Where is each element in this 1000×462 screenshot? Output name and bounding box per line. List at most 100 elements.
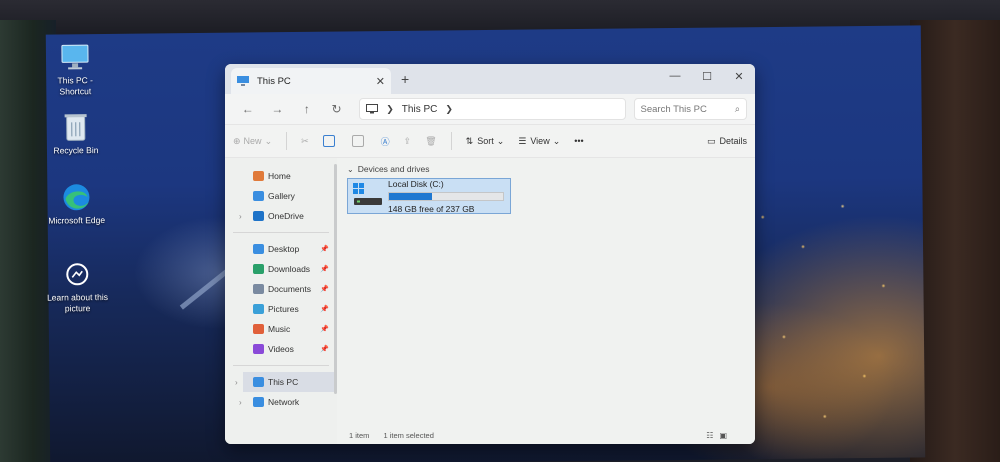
downloads-icon <box>253 264 264 274</box>
tiles-view-icon[interactable]: ▣ <box>719 431 727 440</box>
chevron-right-icon[interactable]: › <box>239 212 242 221</box>
tab-title: This PC <box>257 75 291 87</box>
copy-button[interactable] <box>322 135 338 147</box>
share-button[interactable]: ⇪ <box>404 136 412 147</box>
refresh-button[interactable]: ↻ <box>322 102 352 116</box>
sort-button[interactable]: ⇅ Sort ⌄ <box>466 136 505 147</box>
command-bar: ⊕ New ⌄ ✂ Ⓐ ⇪ 🗑 ⇅ Sort ⌄ ☰ View ⌄ ••• ▭ … <box>225 124 755 158</box>
more-options-button[interactable]: ••• <box>574 136 583 146</box>
sidebar-item-network[interactable]: › Network <box>225 392 337 412</box>
toolbar-divider <box>450 132 452 150</box>
pin-icon[interactable]: 📌 <box>320 325 329 333</box>
minimize-button[interactable]: — <box>659 64 691 88</box>
home-icon <box>253 171 264 181</box>
details-label: Details <box>719 136 747 146</box>
hard-drive-icon <box>352 182 384 210</box>
status-bar: 1 item 1 item selected <box>349 431 448 440</box>
sidebar-item-label: Downloads <box>268 264 311 274</box>
search-placeholder: Search This PC <box>640 103 707 115</box>
pin-icon[interactable]: 📌 <box>320 265 329 273</box>
cut-button[interactable]: ✂ <box>301 136 309 147</box>
new-icon: ⊕ <box>233 135 241 146</box>
desktop-icon-label: Learn about this picture <box>46 291 109 314</box>
sort-icon: ⇅ <box>465 135 474 146</box>
music-icon <box>253 324 264 334</box>
sidebar-item-downloads[interactable]: Downloads 📌 <box>225 259 337 279</box>
details-pane-button[interactable]: ▭ Details <box>707 136 747 147</box>
item-count: 1 item <box>349 431 370 440</box>
share-icon: ⇪ <box>403 135 412 146</box>
chevron-right-icon[interactable]: › <box>239 398 242 407</box>
sidebar-item-desktop[interactable]: Desktop 📌 <box>225 239 337 259</box>
chevron-down-icon: ⌄ <box>347 164 354 174</box>
details-view-icon[interactable]: ☷ <box>706 431 713 440</box>
breadcrumb-this-pc[interactable]: This PC <box>402 104 438 115</box>
details-icon: ▭ <box>706 135 716 146</box>
drive-free-space: 148 GB free of 237 GB <box>388 203 475 214</box>
search-input[interactable]: Search This PC ⌕ <box>633 98 748 120</box>
chevron-down-icon: ⌄ <box>552 135 561 146</box>
camera-icon <box>62 259 92 289</box>
videos-icon <box>253 344 264 354</box>
delete-button[interactable]: 🗑 <box>425 136 436 147</box>
drive-info: Local Disk (C:) 148 GB free of 237 GB <box>388 179 506 214</box>
chevron-right-icon[interactable]: › <box>235 378 238 387</box>
sidebar-divider <box>233 365 329 366</box>
sidebar-item-pictures[interactable]: Pictures 📌 <box>225 299 337 319</box>
pin-icon[interactable]: 📌 <box>320 245 329 253</box>
sidebar-item-label: Desktop <box>268 244 300 254</box>
window-controls: — ☐ ✕ <box>659 64 755 94</box>
desktop-icon-this-pc[interactable]: This PC - Shortcut <box>43 42 108 98</box>
close-window-button[interactable]: ✕ <box>723 64 755 88</box>
pin-icon[interactable]: 📌 <box>320 305 329 313</box>
rename-icon: Ⓐ <box>380 136 390 147</box>
sidebar-item-label: Network <box>268 397 300 407</box>
sidebar-item-label: Pictures <box>268 304 299 314</box>
sidebar-item-documents[interactable]: Documents 📌 <box>225 279 337 299</box>
sidebar-divider <box>233 232 329 233</box>
onedrive-icon <box>253 211 264 221</box>
monitor-icon <box>366 104 379 114</box>
address-bar[interactable]: ❯ This PC ❯ <box>359 98 626 120</box>
view-button[interactable]: ☰ View ⌄ <box>518 136 560 147</box>
back-button[interactable]: ← <box>233 102 263 116</box>
sidebar-item-this-pc[interactable]: › This PC <box>235 372 337 392</box>
rename-button[interactable]: Ⓐ <box>381 135 390 148</box>
tab-this-pc[interactable]: This PC ✕ <box>231 68 391 94</box>
sidebar-item-label: Documents <box>268 284 311 294</box>
maximize-button[interactable]: ☐ <box>691 64 723 88</box>
pin-icon[interactable]: 📌 <box>320 285 329 293</box>
view-switcher: ☷ ▣ <box>700 431 727 440</box>
up-button[interactable]: ↑ <box>292 102 322 116</box>
recycle-bin-icon <box>61 112 91 142</box>
new-button[interactable]: ⊕ New ⌄ <box>233 136 272 147</box>
new-label: New <box>243 136 262 146</box>
new-tab-button[interactable]: + <box>401 71 409 87</box>
view-icon: ☰ <box>518 135 527 146</box>
desktop-icon-recycle-bin[interactable]: Recycle Bin <box>44 112 108 157</box>
chevron-right-icon[interactable]: ❯ <box>445 104 453 115</box>
trash-icon: 🗑 <box>425 135 437 146</box>
sidebar-item-home[interactable]: Home <box>225 166 337 186</box>
group-header-devices[interactable]: ⌄ Devices and drives <box>347 164 745 174</box>
sidebar-item-gallery[interactable]: Gallery <box>225 186 337 206</box>
sidebar-item-label: OneDrive <box>268 211 304 221</box>
desktop-icon-edge[interactable]: Microsoft Edge <box>44 182 108 227</box>
this-pc-icon <box>237 76 249 86</box>
sidebar-item-onedrive[interactable]: › OneDrive <box>225 206 337 226</box>
toolbar-divider <box>286 132 288 150</box>
paste-button[interactable] <box>351 135 367 147</box>
forward-button[interactable]: → <box>263 102 293 116</box>
sidebar-item-music[interactable]: Music 📌 <box>225 319 337 339</box>
close-tab-icon[interactable]: ✕ <box>376 75 385 88</box>
drive-tile-local-disk[interactable]: Local Disk (C:) 148 GB free of 237 GB <box>347 178 511 214</box>
sidebar-item-label: Gallery <box>268 191 295 201</box>
pin-icon[interactable]: 📌 <box>320 345 329 353</box>
explorer-body: Home Gallery › OneDrive Desktop 📌 Downloads 📌 D… <box>225 158 755 444</box>
sidebar-item-label: Videos <box>268 344 294 354</box>
sidebar-item-videos[interactable]: Videos 📌 <box>225 339 337 359</box>
desktop-icon-learn-picture[interactable]: Learn about this picture <box>45 259 110 315</box>
edge-icon <box>61 182 91 212</box>
group-header-label: Devices and drives <box>357 164 430 174</box>
wallpaper-city-lights <box>742 175 926 458</box>
